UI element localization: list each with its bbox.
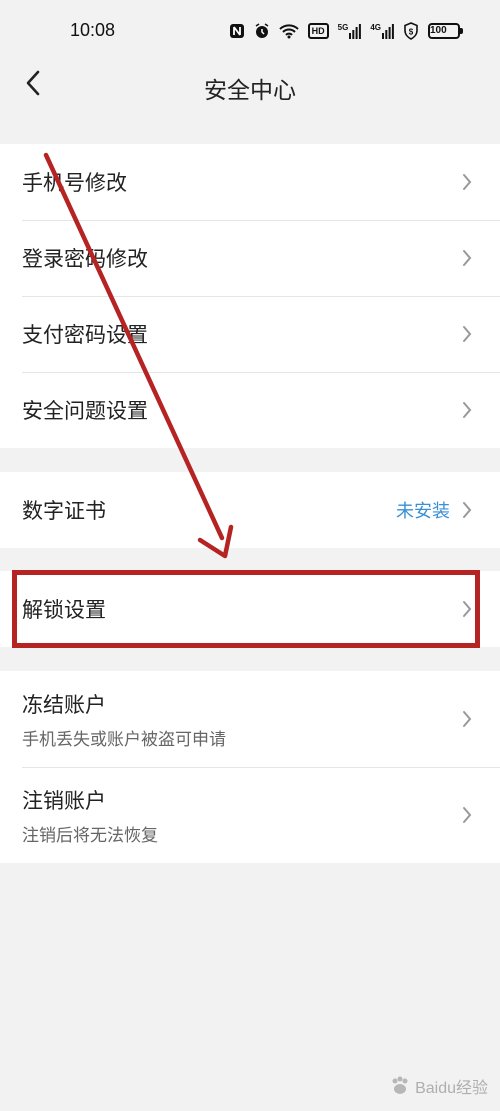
account-security-group: 手机号修改 登录密码修改 支付密码设置 安全问题设置 — [0, 144, 500, 448]
menu-item-close-account[interactable]: 注销账户 注销后将无法恢复 — [0, 767, 500, 863]
menu-item-digital-certificate[interactable]: 数字证书 未安装 — [0, 472, 500, 548]
menu-item-label: 登录密码修改 — [22, 247, 148, 271]
page-title: 安全中心 — [204, 78, 296, 104]
unlock-group: 解锁设置 — [0, 571, 500, 647]
certificate-status: 未安装 — [396, 501, 450, 522]
alarm-icon — [254, 23, 270, 39]
battery-indicator: 100 — [428, 23, 463, 39]
menu-item-change-login-password[interactable]: 登录密码修改 — [0, 220, 500, 296]
signal-4g-icon: 4G — [370, 23, 394, 39]
status-icons: HD 5G 4G $ 100 — [229, 18, 463, 44]
chevron-right-icon — [460, 172, 474, 192]
menu-item-label: 支付密码设置 — [22, 323, 148, 347]
menu-item-freeze-account[interactable]: 冻结账户 手机丢失或账户被盗可申请 — [0, 671, 500, 767]
chevron-right-icon — [460, 248, 474, 268]
chevron-right-icon — [460, 400, 474, 420]
paw-icon — [392, 1076, 408, 1094]
menu-item-label: 冻结账户 — [22, 692, 106, 717]
status-time: 10:08 — [70, 20, 116, 40]
baidu-watermark: Baidu经验 — [389, 1071, 488, 1101]
chevron-right-icon — [460, 324, 474, 344]
wifi-icon — [278, 23, 299, 39]
chevron-right-icon — [460, 805, 474, 825]
signal-5g-icon: 5G — [338, 23, 362, 39]
account-actions-group: 冻结账户 手机丢失或账户被盗可申请 注销账户 注销后将无法恢复 — [0, 671, 500, 863]
menu-item-label: 手机号修改 — [22, 171, 127, 195]
menu-item-label: 注销账户 — [22, 788, 106, 813]
net-5g-label: 5G — [337, 23, 349, 32]
menu-item-description: 注销后将无法恢复 — [22, 825, 158, 846]
chevron-right-icon — [460, 599, 474, 619]
menu-item-unlock-settings[interactable]: 解锁设置 — [0, 571, 500, 647]
menu-item-label: 数字证书 — [22, 499, 106, 523]
nfc-icon — [229, 23, 245, 39]
watermark-text: Baidu经验 — [415, 1080, 488, 1097]
menu-item-label: 解锁设置 — [22, 598, 106, 622]
menu-item-description: 手机丢失或账户被盗可申请 — [22, 729, 226, 750]
chevron-right-icon — [460, 500, 474, 520]
shield-dollar-icon: $ — [403, 22, 419, 40]
menu-item-payment-password[interactable]: 支付密码设置 — [0, 296, 500, 372]
menu-item-change-phone[interactable]: 手机号修改 — [0, 144, 500, 220]
menu-item-security-questions[interactable]: 安全问题设置 — [0, 372, 500, 448]
net-4g-label: 4G — [370, 23, 381, 32]
menu-item-label: 安全问题设置 — [22, 399, 148, 423]
status-bar: 10:08 HD 5G 4G $ 100 — [0, 0, 500, 62]
svg-text:$: $ — [409, 28, 414, 37]
chevron-right-icon — [460, 709, 474, 729]
certificate-group: 数字证书 未安装 — [0, 472, 500, 548]
hd-badge: HD — [307, 23, 329, 39]
navigation-bar: 安全中心 — [0, 62, 500, 110]
